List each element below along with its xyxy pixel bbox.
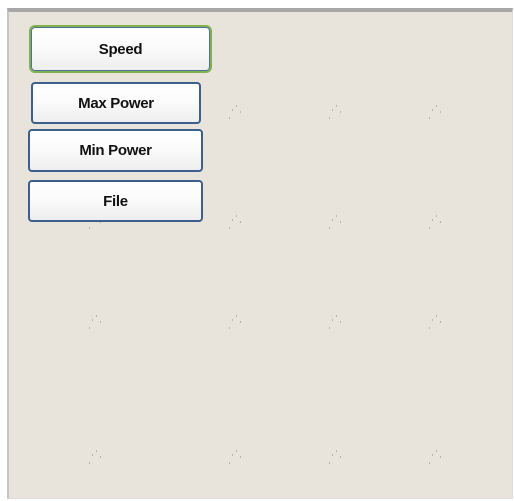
- speckle-dot: [229, 227, 230, 229]
- speckle-dot: [436, 215, 437, 217]
- speckle-dot: [440, 221, 441, 223]
- speckle-dot: [332, 319, 333, 321]
- speckle-dot: [229, 117, 230, 119]
- speckle-dot: [340, 456, 341, 458]
- speckle-dot: [336, 105, 337, 107]
- speckle-dot: [440, 456, 441, 458]
- speckle-dot: [340, 221, 341, 223]
- speckle-dot: [432, 109, 433, 111]
- speckle-dot: [329, 117, 330, 119]
- speckle-dot: [332, 109, 333, 111]
- speckle-dot: [92, 319, 93, 321]
- speckle-dot: [232, 219, 233, 221]
- speckle-dot: [332, 219, 333, 221]
- speckle-dot: [336, 450, 337, 452]
- speckle-dot: [96, 450, 97, 452]
- speckle-dot: [89, 327, 90, 329]
- speckle-dot: [436, 315, 437, 317]
- speckle-dot: [436, 450, 437, 452]
- file-button[interactable]: File: [28, 180, 203, 222]
- speckle-dot: [232, 319, 233, 321]
- speckle-dot: [332, 454, 333, 456]
- speckle-dot: [96, 315, 97, 317]
- speckle-dot: [229, 462, 230, 464]
- speckle-dot: [340, 321, 341, 323]
- speckle-dot: [100, 456, 101, 458]
- speckle-dot: [429, 327, 430, 329]
- speckle-dot: [429, 227, 430, 229]
- speckle-dot: [329, 327, 330, 329]
- min-power-button[interactable]: Min Power: [28, 129, 203, 172]
- speckle-dot: [240, 456, 241, 458]
- speckle-dot: [440, 111, 441, 113]
- speckle-dot: [89, 462, 90, 464]
- speckle-dot: [329, 227, 330, 229]
- speckle-dot: [92, 454, 93, 456]
- speckle-dot: [340, 111, 341, 113]
- speckle-dot: [432, 319, 433, 321]
- speckle-dot: [240, 321, 241, 323]
- speckle-dot: [429, 117, 430, 119]
- speckle-dot: [232, 454, 233, 456]
- speckle-dot: [429, 462, 430, 464]
- speckle-dot: [329, 462, 330, 464]
- speckle-dot: [432, 454, 433, 456]
- max-power-button[interactable]: Max Power: [31, 82, 201, 124]
- speckle-dot: [236, 215, 237, 217]
- speckle-dot: [336, 215, 337, 217]
- speckle-dot: [240, 111, 241, 113]
- speckle-dot: [89, 227, 90, 229]
- speckle-dot: [236, 105, 237, 107]
- speed-button[interactable]: Speed: [29, 25, 212, 73]
- speckle-dot: [432, 219, 433, 221]
- speckle-dot: [100, 321, 101, 323]
- speckle-dot: [229, 327, 230, 329]
- speckle-dot: [436, 105, 437, 107]
- speckle-dot: [232, 109, 233, 111]
- speckle-dot: [236, 450, 237, 452]
- speckle-dot: [336, 315, 337, 317]
- speckle-dot: [440, 321, 441, 323]
- speckle-dot: [236, 315, 237, 317]
- speckle-dot: [240, 221, 241, 223]
